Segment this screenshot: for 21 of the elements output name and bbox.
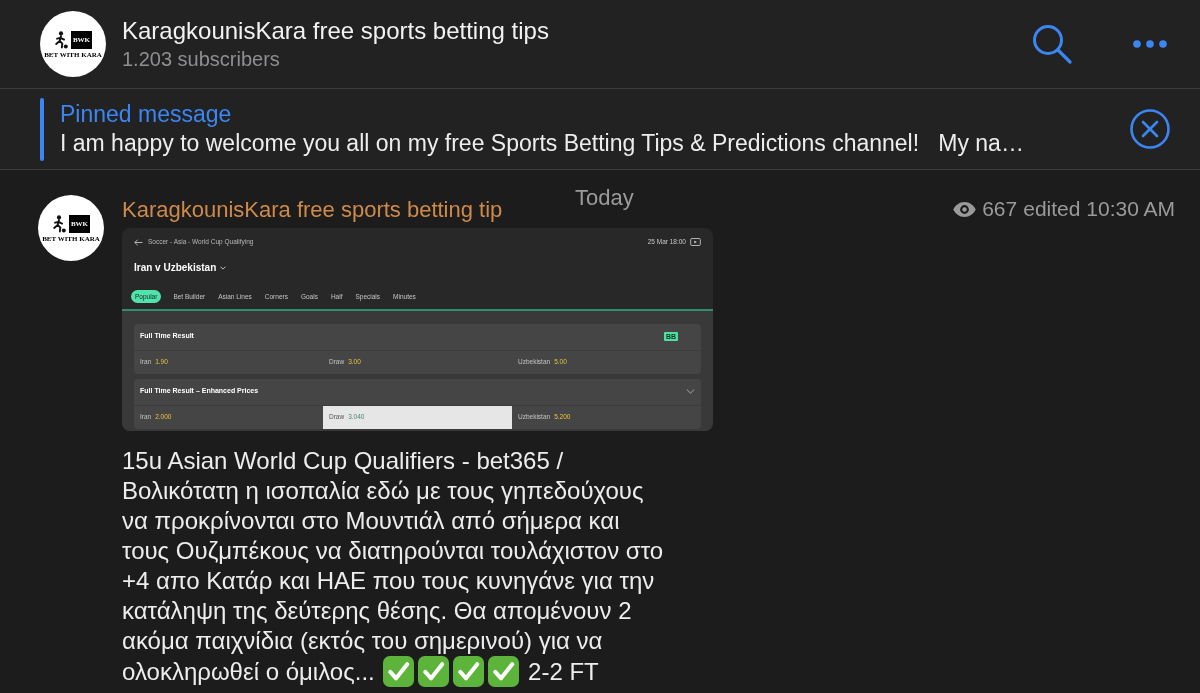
date-header: Today	[575, 184, 634, 212]
pinned-label: Pinned message	[60, 100, 233, 129]
close-icon[interactable]	[1130, 109, 1170, 149]
search-icon[interactable]	[1032, 24, 1072, 64]
chevron-down-icon[interactable]	[220, 266, 227, 270]
video-icon[interactable]	[690, 238, 701, 246]
pinned-message-bar[interactable]: Pinned message I am happy to welcome you all on my free Sports Betting Tips & Predictions channel! My na…	[0, 89, 1200, 170]
eye-icon	[953, 201, 977, 217]
pinned-indicator	[40, 97, 44, 161]
back-arrow-icon[interactable]	[134, 238, 143, 246]
view-count: 667	[982, 196, 1018, 223]
more-icon[interactable]	[1133, 40, 1167, 48]
message-text: 15u Asian World Cup Qualifiers - bet365 / Βολικότατη η ισοπαλία εδώ με τους γηπεδούχους να προκρίνονται στο Μουντιάλ από σήμερα και τους Ουζμπέκους να διατηρούνται τουλάχιστον στο +4 απο Κατάρ και ΗΑΕ που τους κυνηγάνε για την κατάληψη της δεύτερης θέσης. Θα απομένουν 2 ακόμα παιχνίδια (εκτός του σημερινού) για να ολοκληρωθεί ο όμιλος... 2-2 FT	[122, 446, 665, 687]
subscriber-count: 1.203 subscribers	[122, 47, 281, 72]
message-time: edited 10:30 AM	[1023, 196, 1175, 223]
channel-title: KaragkounisKara free sports betting tips	[122, 16, 550, 46]
player-icon	[53, 31, 68, 49]
author-name[interactable]: KaragkounisKara free sports betting tip	[122, 192, 503, 226]
player-icon	[51, 215, 66, 233]
match-title: Iran v Uzbekistan	[134, 262, 217, 274]
pinned-text: I am happy to welcome you all on my free Sports Betting Tips & Predictions channel! My na…	[60, 129, 1025, 158]
